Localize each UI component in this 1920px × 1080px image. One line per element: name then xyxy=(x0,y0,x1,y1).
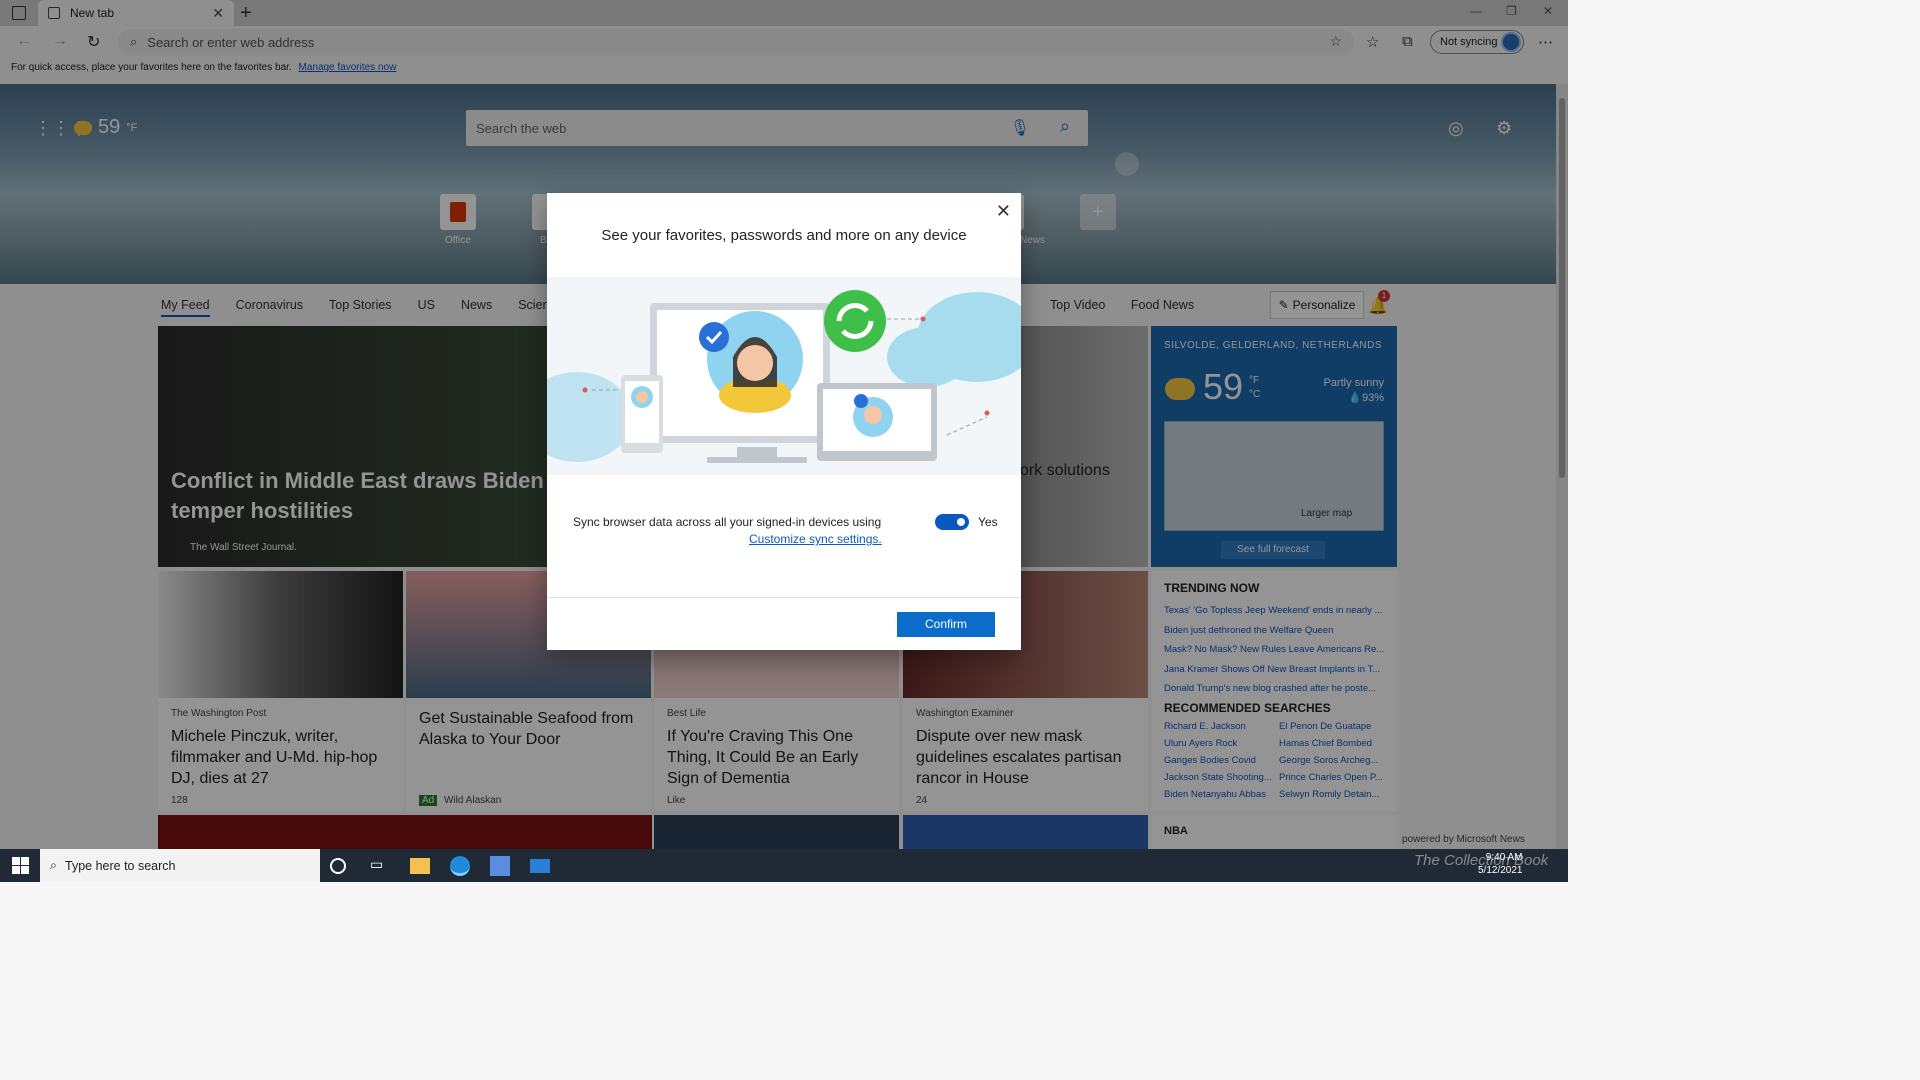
confirm-button[interactable]: Confirm xyxy=(897,612,995,637)
close-icon[interactable]: ✕ xyxy=(996,201,1011,222)
taskbar: ⌕ Type here to search ▭ xyxy=(0,849,1568,882)
windows-start-icon[interactable] xyxy=(12,857,29,874)
cortana-icon[interactable] xyxy=(330,858,346,874)
search-icon: ⌕ xyxy=(50,858,58,872)
sync-description: Sync browser data across all your signed… xyxy=(573,515,882,529)
task-view-icon[interactable]: ▭ xyxy=(370,856,390,876)
file-explorer-icon[interactable] xyxy=(410,858,430,874)
customize-sync-link[interactable]: Customize sync settings. xyxy=(749,532,882,546)
clock-time: 9:40 AM xyxy=(1485,852,1523,863)
taskbar-search-placeholder: Type here to search xyxy=(65,858,176,873)
sync-toggle[interactable] xyxy=(935,514,969,530)
dialog-title: See your favorites, passwords and more o… xyxy=(601,227,967,244)
sync-toggle-label: Yes xyxy=(978,515,998,529)
sync-illustration xyxy=(547,277,1021,475)
taskbar-search[interactable]: ⌕ Type here to search xyxy=(40,849,320,882)
dialog-divider xyxy=(547,597,1021,598)
edge-icon[interactable] xyxy=(450,856,470,876)
toggle-knob xyxy=(957,518,965,526)
mail-icon[interactable] xyxy=(530,859,550,873)
system-clock[interactable]: 9:40 AM 5/12/2021 xyxy=(1478,851,1523,877)
store-icon[interactable] xyxy=(490,856,510,876)
sync-dialog: ✕ See your favorites, passwords and more… xyxy=(547,193,1021,650)
clock-date: 5/12/2021 xyxy=(1478,865,1523,876)
